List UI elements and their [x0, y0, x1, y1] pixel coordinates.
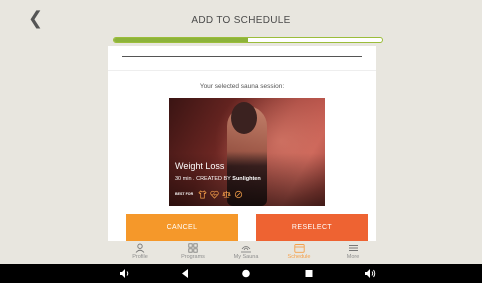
sauna-icon: [241, 246, 251, 253]
tab-my-sauna[interactable]: My Sauna: [221, 243, 271, 260]
back-triangle-icon[interactable]: [180, 268, 190, 279]
heart-pulse-icon: [210, 190, 219, 199]
tab-label: Schedule: [287, 254, 311, 260]
shirt-icon: [198, 189, 207, 198]
best-for-label: BEST FOR: [175, 192, 194, 196]
candle-icon: [235, 190, 243, 198]
person-icon: [135, 243, 145, 253]
session-duration: 30 min: [175, 176, 192, 182]
session-created-by: CREATED BY: [196, 176, 231, 182]
volume-up-icon[interactable]: [364, 268, 377, 279]
session-card: Your selected sauna session: Weight Loss…: [108, 46, 376, 241]
tab-profile[interactable]: Profile: [115, 243, 165, 260]
best-for-row: BEST FOR: [175, 189, 243, 199]
session-tile[interactable]: Weight Loss 30 min . CREATED BY Sunlight…: [169, 98, 325, 206]
progress-bar: [113, 37, 383, 43]
volume-down-icon[interactable]: [119, 268, 131, 279]
tab-schedule[interactable]: Schedule: [274, 243, 324, 260]
session-name: Weight Loss: [175, 161, 225, 171]
tab-programs[interactable]: Programs: [168, 243, 218, 260]
session-creator: Sunlighten: [232, 176, 261, 182]
header: ❮ ADD TO SCHEDULE: [0, 0, 482, 43]
page-title: ADD TO SCHEDULE: [191, 15, 291, 26]
session-image-head: [231, 102, 257, 134]
cancel-button[interactable]: CANCEL: [126, 214, 238, 241]
tab-label: More: [346, 254, 360, 260]
home-circle-icon[interactable]: [241, 268, 251, 279]
bottom-tab-bar: Profile Programs My Sauna Schedule More: [0, 241, 482, 264]
calendar-icon: [293, 244, 305, 253]
weight-scale-icon: [222, 190, 231, 198]
divider: [108, 70, 376, 71]
selected-session-label: Your selected sauna session:: [199, 83, 285, 90]
tab-label: Profile: [132, 254, 148, 260]
system-nav-bar: [0, 264, 482, 283]
recents-square-icon[interactable]: [304, 268, 314, 279]
progress-fill: [114, 38, 248, 42]
menu-icon: [348, 245, 358, 251]
session-meta: 30 min . CREATED BY Sunlighten: [175, 176, 261, 182]
tab-label: Programs: [181, 254, 205, 260]
tab-label: My Sauna: [233, 254, 259, 260]
card-top-line: [122, 56, 362, 57]
tab-more[interactable]: More: [328, 243, 378, 260]
grid-icon: [188, 243, 198, 253]
reselect-button[interactable]: RESELECT: [256, 214, 368, 241]
